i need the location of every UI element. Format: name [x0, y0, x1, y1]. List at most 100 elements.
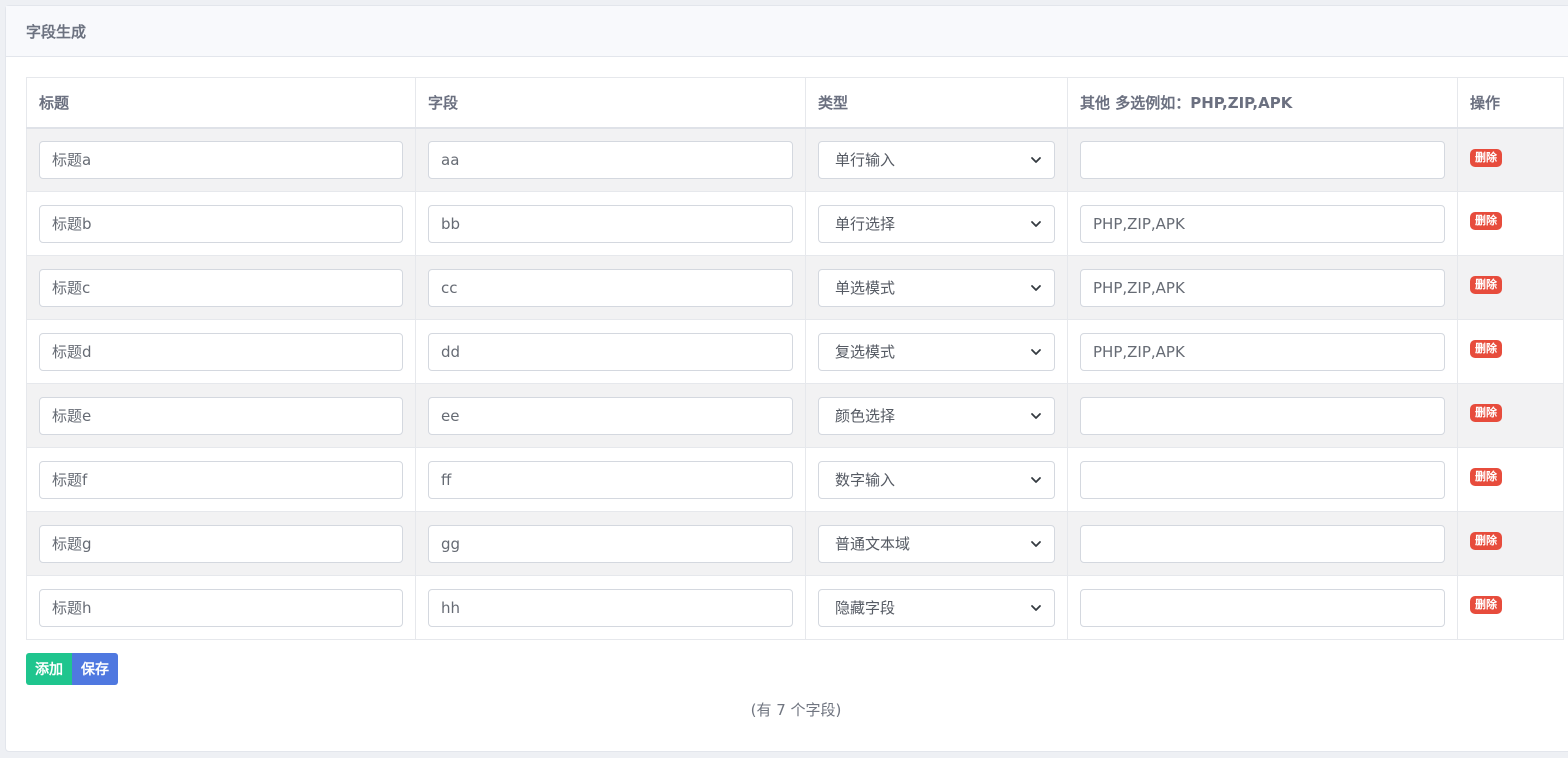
table-body: 单行输入删除单行选择删除单选模式删除复选模式删除颜色选择删除数字输入删除普通文本… [26, 127, 1564, 640]
title-input[interactable] [39, 204, 403, 243]
action-cell: 删除 [1457, 127, 1564, 192]
action-cell: 删除 [1457, 319, 1564, 384]
title-input[interactable] [39, 140, 403, 179]
chevron-down-icon [1031, 476, 1041, 483]
field-input[interactable] [428, 588, 793, 627]
action-cell: 删除 [1457, 191, 1564, 256]
delete-button[interactable]: 删除 [1470, 276, 1502, 294]
other-cell [1067, 575, 1458, 640]
type-select-value: 数字输入 [835, 471, 896, 489]
type-cell: 单选模式 [805, 255, 1068, 320]
other-cell [1067, 383, 1458, 448]
header-type: 类型 [805, 77, 1068, 129]
type-select[interactable]: 普通文本域 [818, 524, 1055, 563]
type-cell: 数字输入 [805, 447, 1068, 512]
other-input[interactable] [1080, 204, 1445, 243]
other-input[interactable] [1080, 588, 1445, 627]
chevron-down-icon [1031, 540, 1041, 547]
other-input[interactable] [1080, 396, 1445, 435]
type-select[interactable]: 单行输入 [818, 140, 1055, 179]
title-input[interactable] [39, 396, 403, 435]
field-cell [415, 447, 806, 512]
panel-title: 字段生成 [26, 22, 87, 41]
title-cell [26, 575, 416, 640]
delete-button[interactable]: 删除 [1470, 212, 1502, 230]
action-cell: 删除 [1457, 447, 1564, 512]
title-cell [26, 255, 416, 320]
field-input[interactable] [428, 204, 793, 243]
field-cell [415, 191, 806, 256]
delete-button[interactable]: 删除 [1470, 468, 1502, 486]
type-select[interactable]: 单行选择 [818, 204, 1055, 243]
title-cell [26, 511, 416, 576]
action-button-group: 添加 保存 [26, 653, 118, 685]
other-cell [1067, 319, 1458, 384]
table-header-row: 标题 字段 类型 其他 多选例如：PHP,ZIP,APK 操作 [26, 77, 1564, 129]
title-input[interactable] [39, 268, 403, 307]
type-select-value: 单行输入 [835, 151, 896, 170]
type-select-value: 单行选择 [835, 215, 896, 233]
type-select-value: 颜色选择 [835, 407, 896, 425]
delete-button[interactable]: 删除 [1470, 532, 1502, 550]
other-input[interactable] [1080, 460, 1445, 499]
type-select-value: 单选模式 [835, 279, 896, 297]
delete-button[interactable]: 删除 [1470, 596, 1502, 614]
type-select[interactable]: 单选模式 [818, 268, 1055, 307]
field-input[interactable] [428, 140, 793, 179]
other-cell [1067, 191, 1458, 256]
delete-button[interactable]: 删除 [1470, 148, 1502, 167]
type-cell: 隐藏字段 [805, 575, 1068, 640]
other-cell [1067, 255, 1458, 320]
field-cell [415, 127, 806, 192]
other-cell [1067, 447, 1458, 512]
field-input[interactable] [428, 524, 793, 563]
delete-button[interactable]: 删除 [1470, 340, 1502, 358]
header-action: 操作 [1457, 77, 1564, 129]
field-input[interactable] [428, 396, 793, 435]
other-cell [1067, 127, 1458, 192]
chevron-down-icon [1031, 348, 1041, 355]
table-row: 复选模式 删除 [26, 319, 1564, 384]
title-cell [26, 127, 416, 192]
fields-table-container: 标题 字段 类型 其他 多选例如：PHP,ZIP,APK 操作 单行输入删除单行… [26, 77, 1564, 640]
action-cell: 删除 [1457, 575, 1564, 640]
type-select-value: 复选模式 [835, 343, 896, 361]
title-cell [26, 447, 416, 512]
header-title: 标题 [26, 77, 416, 129]
title-input[interactable] [39, 588, 403, 627]
field-input[interactable] [428, 268, 793, 307]
chevron-down-icon [1031, 220, 1041, 227]
other-input[interactable] [1080, 140, 1445, 179]
chevron-down-icon [1031, 412, 1041, 419]
other-input[interactable] [1080, 524, 1445, 563]
type-cell: 颜色选择 [805, 383, 1068, 448]
table-row: 颜色选择 删除 [26, 383, 1564, 448]
title-input[interactable] [39, 460, 403, 499]
type-select-value: 隐藏字段 [835, 599, 896, 617]
field-input[interactable] [428, 460, 793, 499]
fields-table: 标题 字段 类型 其他 多选例如：PHP,ZIP,APK 操作 单行输入删除单行… [26, 77, 1564, 640]
type-select[interactable]: 颜色选择 [818, 396, 1055, 435]
title-input[interactable] [39, 332, 403, 371]
panel-header: 字段生成 [6, 6, 1568, 57]
type-select[interactable]: 数字输入 [818, 460, 1055, 499]
type-cell: 单行选择 [805, 191, 1068, 256]
action-cell: 删除 [1457, 511, 1564, 576]
other-input[interactable] [1080, 332, 1445, 371]
save-button[interactable]: 保存 [72, 653, 118, 685]
add-button[interactable]: 添加 [26, 653, 72, 685]
other-input[interactable] [1080, 268, 1445, 307]
chevron-down-icon [1031, 604, 1041, 611]
other-cell [1067, 511, 1458, 576]
field-cell [415, 383, 806, 448]
title-input[interactable] [39, 524, 403, 563]
table-row: 隐藏字段 删除 [26, 575, 1564, 640]
action-cell: 删除 [1457, 383, 1564, 448]
delete-button[interactable]: 删除 [1470, 404, 1502, 422]
type-select[interactable]: 隐藏字段 [818, 588, 1055, 627]
table-row: 单行输入 删除 [26, 127, 1564, 192]
type-select[interactable]: 复选模式 [818, 332, 1055, 371]
header-other: 其他 多选例如：PHP,ZIP,APK [1067, 77, 1458, 129]
field-input[interactable] [428, 332, 793, 371]
chevron-down-icon [1031, 156, 1041, 163]
